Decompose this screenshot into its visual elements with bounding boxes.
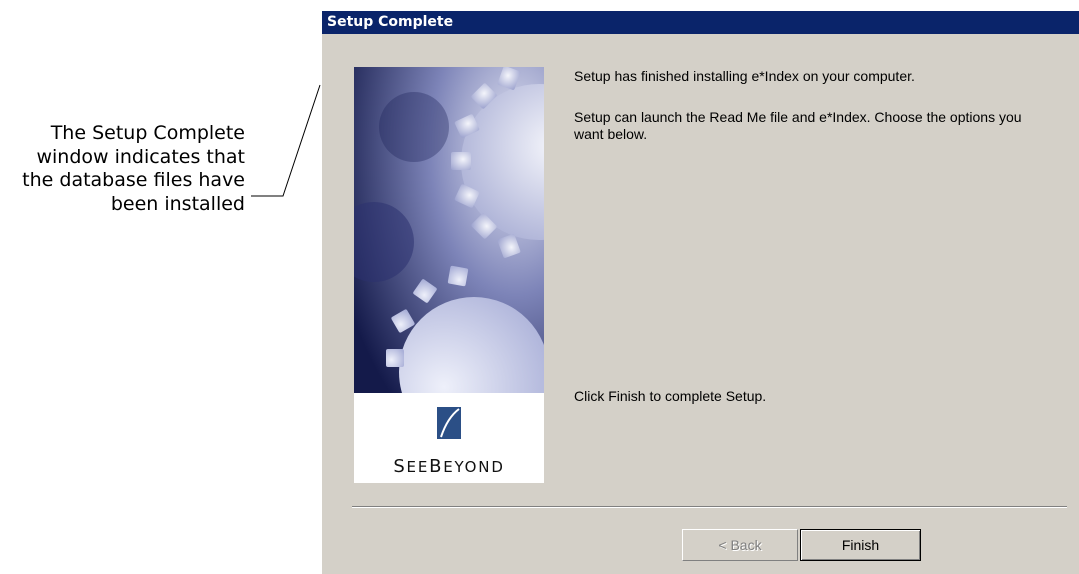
seebeyond-logo-icon xyxy=(437,407,461,439)
finish-instruction: Click Finish to complete Setup. xyxy=(574,388,767,404)
annotation-line: window indicates that xyxy=(36,145,245,168)
setup-complete-dialog: Setup Complete SEEBEYOND Setup has finis… xyxy=(321,10,1079,574)
gears-image xyxy=(354,67,544,393)
back-button[interactable]: < Back xyxy=(682,529,798,561)
annotation-line: the database files have xyxy=(22,169,245,191)
annotation-line: been installed xyxy=(110,192,245,215)
finish-button[interactable]: Finish xyxy=(800,529,921,561)
annotation-callout: The Setup Complete window indicates that… xyxy=(0,122,245,216)
separator-line xyxy=(352,506,1067,508)
launch-options-message: Setup can launch the Read Me file and e*… xyxy=(574,109,1022,142)
annotation-line: The Setup Complete xyxy=(50,122,245,144)
brand-name: SEEBEYOND xyxy=(393,456,505,477)
brand-block: SEEBEYOND xyxy=(354,393,544,483)
side-panel-image: SEEBEYOND xyxy=(354,67,544,483)
dialog-title[interactable]: Setup Complete xyxy=(322,11,1079,34)
installed-message: Setup has finished installing e*Index on… xyxy=(574,68,915,84)
